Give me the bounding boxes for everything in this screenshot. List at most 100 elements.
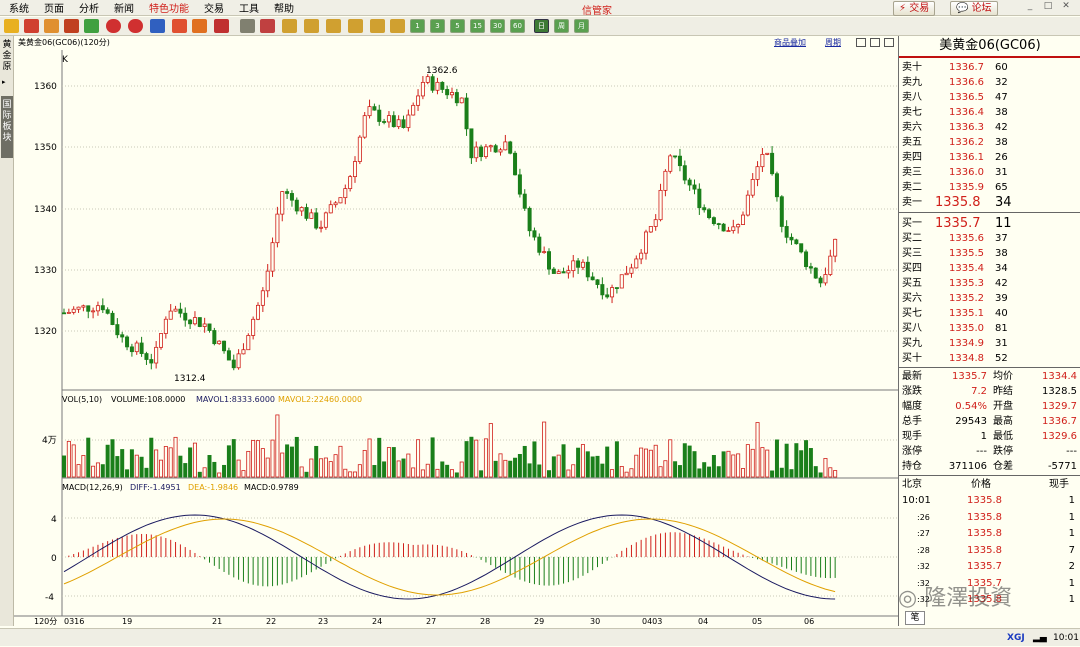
table-icon[interactable] [240,19,255,33]
menu-trade[interactable]: 交易 [204,0,224,15]
ask-row[interactable]: 卖十 1336.7 60 [899,60,1080,75]
candle-body [702,207,707,211]
grid-icon[interactable] [282,19,297,33]
volume-bar [163,446,168,478]
volume-bar [115,456,120,478]
doc-icon[interactable] [370,19,385,33]
tab-trades[interactable]: 笔 [905,611,925,625]
period-day-button[interactable]: 日 [534,19,549,33]
bid-row[interactable]: 买二 1335.6 37 [899,231,1080,246]
ask-row[interactable]: 卖九 1336.6 32 [899,75,1080,90]
candle-body [566,270,571,274]
calendar-icon[interactable] [304,19,319,33]
menu-page[interactable]: 页面 [44,0,64,15]
bid-row[interactable]: 买六 1335.2 39 [899,291,1080,306]
volume-bar [222,464,227,478]
page-icon[interactable] [390,19,405,33]
home-icon[interactable] [24,19,39,33]
ask-price: 1336.0 [949,167,984,178]
menu-features[interactable]: 特色功能 [149,0,189,15]
forum-button[interactable]: 💬 论坛 [950,1,998,16]
ask-volume: 26 [995,152,1008,163]
chart-line-icon[interactable] [260,19,275,33]
ask-row[interactable]: 卖一 1335.8 34 [899,195,1080,210]
period-link[interactable]: 周期 [825,36,841,50]
filter-icon[interactable] [214,19,229,33]
candle-body [391,115,396,128]
ask-row[interactable]: 卖二 1335.9 65 [899,180,1080,195]
sidebar-tab-intl[interactable]: 国际板块 [1,96,13,158]
book-icon[interactable] [44,19,59,33]
bid-row[interactable]: 买三 1335.5 38 [899,246,1080,261]
volume-bar [789,469,794,478]
back-icon[interactable] [4,19,19,33]
trade-button[interactable]: ⚡ 交易 [893,1,936,16]
ask-row[interactable]: 卖六 1336.3 42 [899,120,1080,135]
bid-row[interactable]: 买八 1335.0 81 [899,321,1080,336]
ask-row[interactable]: 卖七 1336.4 38 [899,105,1080,120]
period-week-button[interactable]: 周 [554,19,569,33]
volume-bar [687,445,692,478]
ask-volume: 60 [995,62,1008,73]
candle-body [454,92,459,104]
pen-icon[interactable] [172,19,187,33]
quote-panel: 美黄金06(GC06) 卖十 1336.7 60 卖九 1336.6 32 卖八 1336.5… [898,36,1080,626]
ask-price: 1336.4 [949,107,984,118]
refresh-icon[interactable] [84,19,99,33]
menu-system[interactable]: 系统 [9,0,29,15]
bid-row[interactable]: 买七 1335.1 40 [899,306,1080,321]
macd-dea: DEA:-1.9846 [188,483,238,492]
menu-help[interactable]: 帮助 [274,0,294,15]
maximize-icon[interactable]: □ [1041,1,1055,13]
split-icon[interactable] [870,38,880,47]
menu-analysis[interactable]: 分析 [79,0,99,15]
candle-body [139,342,144,354]
kline-chart[interactable]: 1360 1350 1340 1330 1320 K 1362.6 1312.4… [14,50,898,628]
close-icon[interactable]: ✕ [1059,1,1073,13]
zoom-out-icon[interactable] [128,19,143,33]
volume-bar [755,422,760,478]
period-1-button[interactable]: 1 [410,19,425,33]
period-60-button[interactable]: 60 [510,19,525,33]
ask-row[interactable]: 卖三 1336.0 31 [899,165,1080,180]
candle-body [100,305,105,311]
sidebar-tab-gold[interactable]: 黄金原 [1,40,13,73]
candle-body [556,271,561,274]
bid-row[interactable]: 买四 1335.4 34 [899,261,1080,276]
overlay-link[interactable]: 商品叠加 [774,36,806,50]
tick-row: :26 1335.8 1 [899,510,1080,525]
period-month-button[interactable]: 月 [574,19,589,33]
period-30-button[interactable]: 30 [490,19,505,33]
stat-row: 涨停 --- 跌停 --- [899,444,1080,459]
bid-row[interactable]: 买一 1335.7 11 [899,216,1080,231]
candle-body [808,266,813,269]
layout-icon[interactable] [856,38,866,47]
list-icon[interactable] [348,19,363,33]
bid-label: 买十 [902,353,922,364]
ask-row[interactable]: 卖四 1336.1 26 [899,150,1080,165]
ask-row[interactable]: 卖五 1336.2 38 [899,135,1080,150]
menu-tools[interactable]: 工具 [239,0,259,15]
search-icon[interactable] [150,19,165,33]
candle-body [251,318,256,336]
candle-body [590,276,595,281]
sidebar-arrow-icon[interactable]: ▸ [2,78,6,86]
trade-button-label: 交易 [909,3,930,14]
bid-row[interactable]: 买十 1334.8 52 [899,351,1080,366]
bid-row[interactable]: 买五 1335.3 42 [899,276,1080,291]
draw-icon[interactable] [192,19,207,33]
period-3-button[interactable]: 3 [430,19,445,33]
period-5-button[interactable]: 5 [450,19,465,33]
bid-row[interactable]: 买九 1334.9 31 [899,336,1080,351]
minimize-icon[interactable]: _ [1023,1,1037,13]
note-icon[interactable] [326,19,341,33]
menu-news[interactable]: 新闻 [114,0,134,15]
period-15-button[interactable]: 15 [470,19,485,33]
ask-row[interactable]: 卖八 1336.5 47 [899,90,1080,105]
zoom-in-icon[interactable] [106,19,121,33]
bid-price: 1335.0 [949,323,984,334]
candle-body [731,226,736,232]
expand-icon[interactable] [884,38,894,47]
report-icon[interactable] [64,19,79,33]
tick-row: :28 1335.8 7 [899,543,1080,558]
